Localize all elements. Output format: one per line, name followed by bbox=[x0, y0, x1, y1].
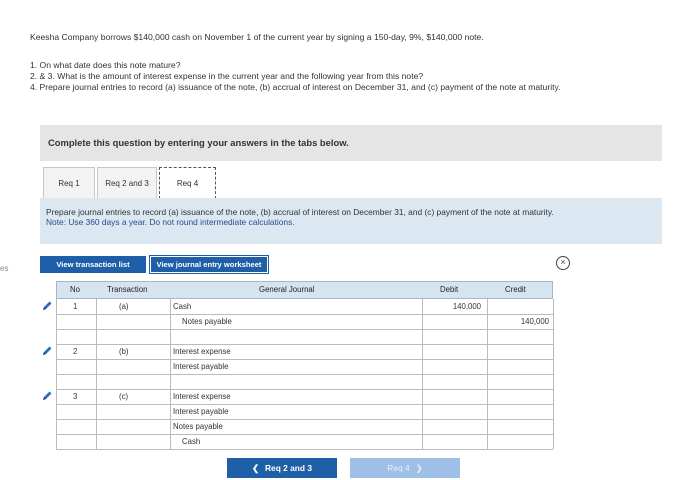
account-cell[interactable]: Notes payable bbox=[173, 422, 223, 431]
instructions-banner-text: Complete this question by entering your … bbox=[48, 137, 349, 148]
view-transaction-list-button[interactable]: View transaction list bbox=[40, 256, 146, 273]
requirement-text: Prepare journal entries to record (a) is… bbox=[46, 207, 554, 217]
journal-row[interactable] bbox=[56, 389, 553, 404]
journal-row[interactable] bbox=[56, 359, 553, 374]
header-general-journal: General Journal bbox=[259, 285, 315, 294]
row-divider bbox=[56, 329, 553, 330]
header-debit: Debit bbox=[440, 285, 459, 294]
header-credit: Credit bbox=[505, 285, 526, 294]
account-cell[interactable]: Cash bbox=[182, 437, 200, 446]
requirement-instructions: Prepare journal entries to record (a) is… bbox=[40, 198, 662, 244]
column-divider bbox=[96, 299, 97, 449]
edit-pencil-icon[interactable] bbox=[41, 345, 53, 357]
column-divider bbox=[170, 299, 171, 449]
row-divider bbox=[56, 449, 553, 450]
account-cell[interactable]: Interest expense bbox=[173, 392, 231, 401]
account-cell[interactable]: Cash bbox=[173, 302, 191, 311]
requirement-note: Note: Use 360 days a year. Do not round … bbox=[46, 217, 295, 227]
requirement-tabs: Req 1 Req 2 and 3 Req 4 bbox=[43, 167, 216, 199]
question-2-3: 2. & 3. What is the amount of interest e… bbox=[30, 71, 424, 81]
entry-number: 1 bbox=[73, 302, 78, 311]
problem-intro: Keesha Company borrows $140,000 cash on … bbox=[30, 32, 484, 42]
question-1: 1. On what date does this note mature? bbox=[30, 60, 181, 70]
account-cell[interactable]: Interest payable bbox=[173, 407, 228, 416]
account-cell[interactable]: Interest expense bbox=[173, 347, 231, 356]
chevron-right-icon: ❯ bbox=[415, 463, 423, 473]
next-req-button[interactable]: Req 4 ❯ bbox=[350, 458, 460, 478]
row-divider bbox=[56, 374, 553, 375]
credit-cell[interactable]: 140,000 bbox=[521, 317, 549, 326]
instructions-banner: Complete this question by entering your … bbox=[40, 125, 662, 161]
edge-text: es bbox=[0, 264, 9, 273]
prev-req-button[interactable]: ❮ Req 2 and 3 bbox=[227, 458, 337, 478]
chevron-left-icon: ❮ bbox=[251, 463, 259, 473]
debit-cell[interactable]: 140,000 bbox=[453, 302, 481, 311]
account-cell[interactable]: Interest payable bbox=[173, 362, 228, 371]
close-icon[interactable]: × bbox=[556, 256, 570, 270]
journal-row[interactable] bbox=[56, 434, 553, 449]
journal-header-row: No Transaction General Journal Debit Cre… bbox=[56, 281, 553, 299]
entry-number: 2 bbox=[73, 347, 78, 356]
journal-row[interactable] bbox=[56, 404, 553, 419]
journal-row[interactable] bbox=[56, 419, 553, 434]
view-journal-worksheet-button[interactable]: View journal entry worksheet bbox=[149, 255, 269, 274]
next-req-label: Req 4 bbox=[387, 463, 410, 473]
column-divider bbox=[553, 299, 554, 449]
entry-transaction: (c) bbox=[119, 392, 129, 401]
account-cell[interactable]: Notes payable bbox=[182, 317, 232, 326]
column-divider bbox=[487, 299, 488, 449]
entry-number: 3 bbox=[73, 392, 78, 401]
tab-req-4[interactable]: Req 4 bbox=[159, 167, 216, 199]
header-no: No bbox=[70, 285, 80, 294]
question-4: 4. Prepare journal entries to record (a)… bbox=[30, 82, 561, 92]
journal-row[interactable] bbox=[56, 344, 553, 359]
entry-transaction: (a) bbox=[119, 302, 129, 311]
tab-req-2-and-3[interactable]: Req 2 and 3 bbox=[97, 167, 157, 199]
entry-transaction: (b) bbox=[119, 347, 129, 356]
tab-req-1[interactable]: Req 1 bbox=[43, 167, 95, 199]
problem-statement: Keesha Company borrows $140,000 cash on … bbox=[30, 32, 670, 93]
edit-pencil-icon[interactable] bbox=[41, 390, 53, 402]
edit-pencil-icon[interactable] bbox=[41, 300, 53, 312]
journal-row[interactable] bbox=[56, 314, 553, 329]
header-transaction: Transaction bbox=[107, 285, 148, 294]
column-divider bbox=[422, 299, 423, 449]
prev-req-label: Req 2 and 3 bbox=[265, 463, 313, 473]
column-divider bbox=[56, 299, 57, 449]
